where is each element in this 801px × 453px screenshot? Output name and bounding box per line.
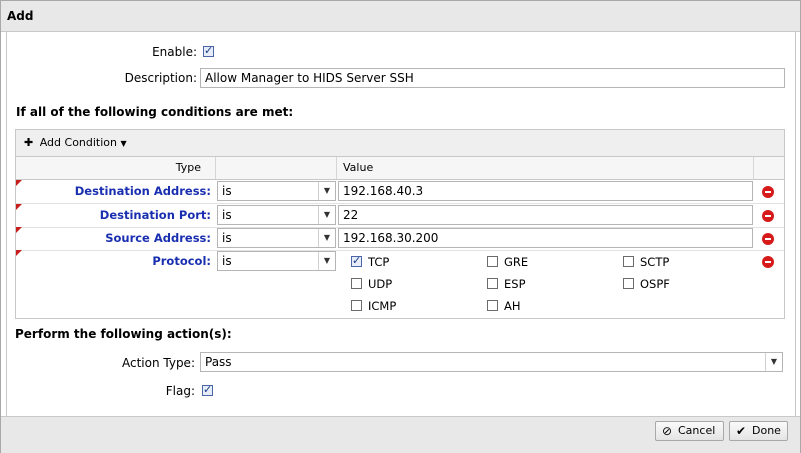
condition-row: Destination Address: is ▼ 192.168.40.3: [16, 180, 784, 204]
enable-checkbox[interactable]: [203, 44, 214, 57]
condition-type-label: Destination Port:: [99, 208, 211, 222]
cancel-label: Cancel: [678, 424, 716, 437]
condition-operator-select[interactable]: is ▼: [217, 181, 336, 201]
action-type-value: Pass: [205, 355, 232, 369]
protocol-checkbox[interactable]: [623, 278, 634, 289]
protocol-label: ESP: [504, 277, 526, 291]
remove-icon[interactable]: [762, 233, 774, 245]
protocol-label: ICMP: [368, 299, 397, 313]
chevron-down-icon: ▼: [318, 206, 335, 224]
protocol-checkbox[interactable]: [351, 254, 362, 267]
flag-label: Flag:: [165, 384, 195, 398]
operator-value: is: [222, 231, 232, 245]
protocol-label: UDP: [368, 277, 393, 291]
protocol-label: SCTP: [640, 255, 670, 269]
action-type-select[interactable]: Pass ▼: [200, 352, 783, 372]
condition-type-label: Protocol:: [152, 254, 211, 268]
dialog-title: Add: [7, 9, 34, 23]
chevron-down-icon: ▼: [318, 182, 335, 200]
add-condition-button[interactable]: ✚ Add Condition ▼: [24, 136, 127, 149]
protocol-label: AH: [504, 299, 521, 313]
condition-value-input[interactable]: 192.168.30.200: [338, 228, 753, 248]
cancel-circle-icon: ⊘: [662, 424, 673, 438]
conditions-heading: If all of the following conditions are m…: [16, 105, 294, 119]
enable-label: Enable:: [152, 45, 197, 59]
plus-icon: ✚: [24, 136, 34, 149]
protocol-checkbox[interactable]: [487, 278, 498, 289]
type-column-header: Type: [16, 157, 216, 179]
add-dialog: Add Enable: Description: Allow Manager t…: [0, 0, 801, 453]
condition-row-protocol: Protocol: is ▼ TCP GRE SCTP UDP: [16, 250, 784, 317]
condition-value-input[interactable]: 22: [338, 205, 753, 225]
chevron-down-icon: ▼: [318, 229, 335, 247]
done-button[interactable]: ✔ Done: [729, 421, 788, 441]
dialog-titlebar: Add: [1, 1, 800, 32]
operator-column-header: [216, 157, 337, 179]
flag-checkbox[interactable]: [202, 383, 213, 396]
operator-value: is: [222, 208, 232, 222]
cancel-button[interactable]: ⊘ Cancel: [655, 421, 724, 441]
done-label: Done: [752, 424, 781, 437]
remove-column-header: [754, 157, 784, 179]
protocol-checkbox[interactable]: [351, 300, 362, 311]
value-column-header: Value: [337, 157, 754, 179]
description-input[interactable]: Allow Manager to HIDS Server SSH: [200, 68, 785, 88]
remove-icon[interactable]: [762, 210, 774, 222]
actions-heading: Perform the following action(s):: [15, 327, 232, 341]
remove-icon[interactable]: [762, 186, 774, 198]
conditions-toolbar: ✚ Add Condition ▼: [16, 130, 784, 157]
checkmark-icon: ✔: [736, 424, 747, 438]
condition-operator-select[interactable]: is ▼: [217, 205, 336, 225]
description-label: Description:: [124, 71, 197, 85]
condition-row: Source Address: is ▼ 192.168.30.200: [16, 227, 784, 251]
protocol-checkbox[interactable]: [351, 278, 362, 289]
condition-value-input[interactable]: 192.168.40.3: [338, 181, 753, 201]
add-condition-label: Add Condition: [39, 136, 118, 149]
protocol-checkbox[interactable]: [623, 256, 634, 267]
caret-down-icon: ▼: [120, 139, 127, 148]
operator-value: is: [222, 254, 232, 268]
operator-value: is: [222, 184, 232, 198]
chevron-down-icon: ▼: [318, 252, 335, 270]
conditions-header: Type Value: [16, 157, 784, 180]
conditions-grid: ✚ Add Condition ▼ Type Value Destination…: [15, 129, 785, 319]
condition-operator-select[interactable]: is ▼: [217, 228, 336, 248]
protocol-label: GRE: [504, 255, 529, 269]
protocol-label: OSPF: [640, 277, 670, 291]
protocol-checkbox[interactable]: [487, 300, 498, 311]
condition-row: Destination Port: is ▼ 22: [16, 204, 784, 228]
protocol-checkbox[interactable]: [487, 256, 498, 267]
protocol-label: TCP: [368, 255, 390, 269]
condition-operator-select[interactable]: is ▼: [217, 251, 336, 271]
action-type-label: Action Type:: [121, 356, 195, 370]
chevron-down-icon: ▼: [765, 353, 782, 371]
condition-type-label: Destination Address:: [74, 184, 211, 198]
dialog-footer: ⊘ Cancel ✔ Done: [1, 416, 800, 453]
condition-type-label: Source Address:: [105, 231, 211, 245]
remove-icon[interactable]: [762, 256, 774, 268]
